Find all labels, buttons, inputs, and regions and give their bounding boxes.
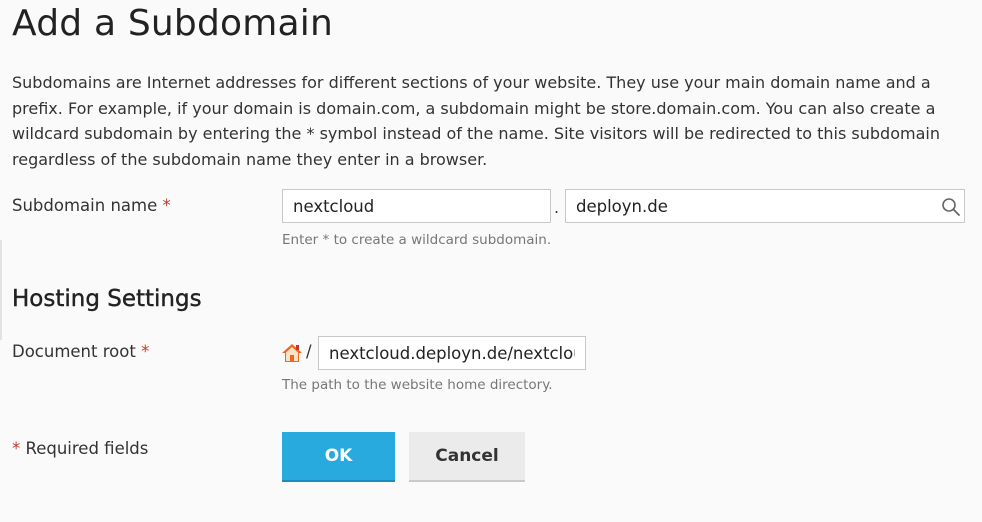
parent-domain-input[interactable] <box>565 189 965 223</box>
subdomain-name-label-text: Subdomain name <box>12 196 158 215</box>
search-icon[interactable] <box>941 197 961 217</box>
required-fields-note: * Required fields <box>12 439 148 458</box>
required-star: * <box>141 342 150 361</box>
document-root-label: Document root * <box>12 342 149 361</box>
ok-button[interactable]: OK <box>282 432 395 482</box>
required-star: * <box>162 196 171 215</box>
cancel-button[interactable]: Cancel <box>409 432 525 482</box>
subdomain-hint: Enter * to create a wildcard subdomain. <box>282 232 552 248</box>
add-subdomain-page: Add a Subdomain Subdomains are Internet … <box>0 0 982 522</box>
path-prefix: / <box>306 342 312 361</box>
subdomain-name-label: Subdomain name * <box>12 196 171 215</box>
intro-text: Subdomains are Internet addresses for di… <box>12 73 940 169</box>
document-root-input[interactable] <box>318 336 586 370</box>
required-star: * <box>12 439 21 458</box>
document-root-label-text: Document root <box>12 342 136 361</box>
page-title: Add a Subdomain <box>12 3 333 44</box>
domain-separator: . <box>554 198 560 217</box>
subdomain-name-input[interactable] <box>282 189 551 223</box>
left-edge-divider <box>0 240 2 340</box>
required-fields-text: Required fields <box>25 439 149 458</box>
document-root-hint: The path to the website home directory. <box>282 377 553 393</box>
hosting-settings-heading: Hosting Settings <box>12 286 202 312</box>
home-icon <box>282 344 302 362</box>
